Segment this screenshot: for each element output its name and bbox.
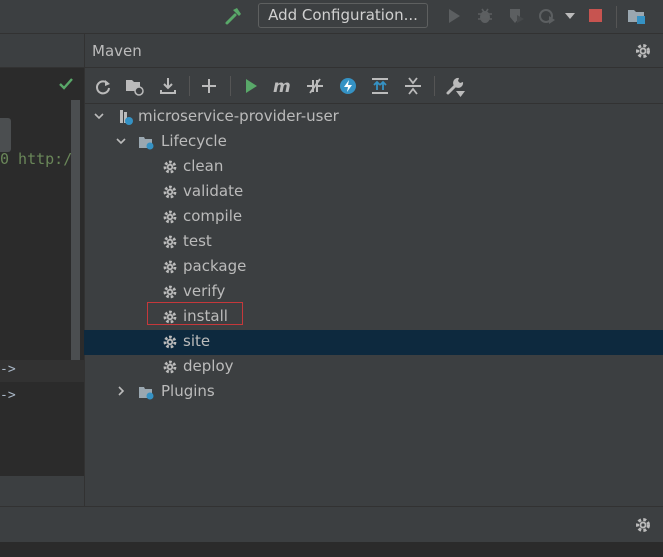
goal-label: test — [183, 232, 212, 250]
maven-project-icon — [120, 110, 133, 125]
code-arrow: -> — [0, 362, 16, 377]
maven-title: Maven — [92, 42, 142, 60]
checkmark-icon — [59, 78, 73, 90]
maven-header — [84, 34, 663, 68]
gear-icon — [163, 260, 177, 274]
gear-icon — [163, 285, 177, 299]
code-line-highlighted: -> — [0, 360, 84, 382]
install-highlight-box — [147, 302, 243, 325]
add-icon[interactable] — [199, 76, 219, 96]
svg-text:m: m — [273, 77, 291, 96]
execute-goal-icon[interactable]: m — [272, 76, 292, 96]
folder-gear-icon — [139, 137, 154, 150]
lifecycle-goal-validate[interactable]: validate — [84, 180, 663, 205]
goal-label: deploy — [183, 357, 234, 375]
goal-label: package — [183, 257, 247, 275]
gear-icon — [163, 335, 177, 349]
editor-bottom-strip — [0, 476, 84, 506]
chevron-down-icon[interactable] — [115, 135, 127, 147]
reload-icon[interactable] — [93, 76, 113, 96]
chevron-right-icon[interactable] — [115, 385, 127, 397]
code-line: 0 http:/ — [0, 150, 73, 168]
tree-row-lifecycle[interactable]: Lifecycle — [84, 130, 663, 155]
lifecycle-goal-package[interactable]: package — [84, 255, 663, 280]
gear-icon — [163, 210, 177, 224]
run-icon[interactable] — [444, 6, 464, 26]
chevron-down-icon[interactable] — [93, 110, 105, 122]
lifecycle-goal-test[interactable]: test — [84, 230, 663, 255]
toolbar-divider — [189, 76, 190, 96]
run-dropdown-icon[interactable] — [565, 12, 575, 20]
tree-row-plugins[interactable]: Plugins — [84, 380, 663, 405]
plugins-label: Plugins — [161, 382, 215, 400]
project-name: microservice-provider-user — [138, 107, 339, 125]
lifecycle-goal-clean[interactable]: clean — [84, 155, 663, 180]
collapse-all-icon[interactable] — [403, 76, 423, 96]
goal-label: clean — [183, 157, 224, 175]
toolbar-divider — [434, 76, 435, 96]
dropdown-corner-icon — [456, 91, 465, 97]
bottom-tool-bar — [0, 506, 663, 543]
lifecycle-goal-compile[interactable]: compile — [84, 205, 663, 230]
goal-label: site — [183, 332, 211, 350]
coverage-icon[interactable] — [506, 6, 526, 26]
goal-label: verify — [183, 282, 226, 300]
generate-sources-icon[interactable] — [124, 76, 144, 96]
gear-icon — [163, 360, 177, 374]
download-icon[interactable] — [158, 76, 178, 96]
stop-icon[interactable] — [586, 6, 606, 26]
gear-icon[interactable] — [634, 516, 652, 534]
status-bar — [0, 542, 663, 557]
skip-tests-icon[interactable] — [338, 76, 358, 96]
editor-tab-strip — [0, 34, 84, 68]
folder-gear-icon — [139, 387, 154, 400]
toolbar-divider — [616, 6, 617, 28]
run-maven-build-icon[interactable] — [241, 76, 261, 96]
add-configuration-button[interactable]: Add Configuration... — [258, 3, 428, 28]
project-structure-icon[interactable] — [626, 6, 646, 26]
editor-popup-fragment — [0, 118, 11, 152]
profile-icon[interactable] — [537, 6, 557, 26]
goal-label: compile — [183, 207, 243, 225]
code-arrow: -> — [0, 388, 16, 403]
build-hammer-icon[interactable] — [224, 6, 244, 26]
gear-icon — [163, 160, 177, 174]
lifecycle-goal-site[interactable]: site — [84, 330, 663, 355]
gear-icon — [163, 235, 177, 249]
lifecycle-goal-deploy[interactable]: deploy — [84, 355, 663, 380]
gear-icon[interactable] — [634, 42, 652, 60]
goal-label: validate — [183, 182, 244, 200]
gear-icon — [163, 185, 177, 199]
toggle-offline-icon[interactable] — [305, 76, 325, 96]
editor-scrollbar[interactable] — [71, 100, 80, 370]
debug-icon[interactable] — [475, 6, 495, 26]
lifecycle-label: Lifecycle — [161, 132, 227, 150]
tree-row-project[interactable]: microservice-provider-user — [84, 105, 663, 130]
show-dependencies-icon[interactable] — [370, 76, 390, 96]
toolbar-divider — [230, 76, 231, 96]
